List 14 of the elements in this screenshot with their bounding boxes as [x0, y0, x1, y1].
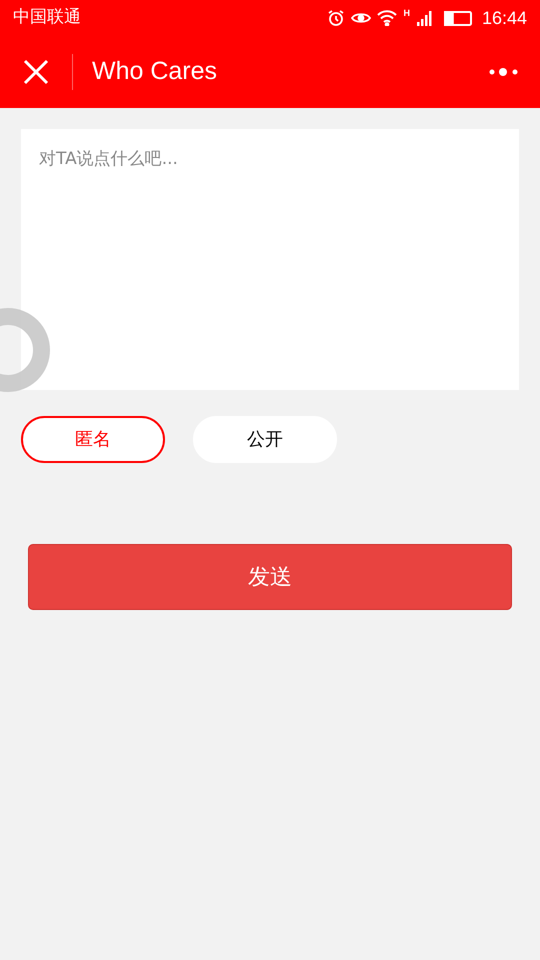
- battery-icon: [444, 10, 472, 26]
- page-title: Who Cares: [92, 56, 218, 88]
- message-field[interactable]: 对TA说点什么吧...: [21, 129, 519, 390]
- signal-icon: [416, 9, 434, 27]
- clock-time: 16:44: [482, 6, 527, 30]
- send-button[interactable]: 发送: [28, 544, 512, 610]
- carrier-name: 中国联通: [13, 6, 81, 30]
- visibility-option[interactable]: 公开: [193, 416, 337, 463]
- visibility-option[interactable]: 匿名: [21, 416, 165, 463]
- close-icon: [23, 59, 49, 85]
- wifi-icon: [377, 10, 398, 26]
- alarm-icon: [327, 9, 346, 27]
- more-icon: [489, 67, 519, 77]
- network-type: H: [403, 6, 410, 20]
